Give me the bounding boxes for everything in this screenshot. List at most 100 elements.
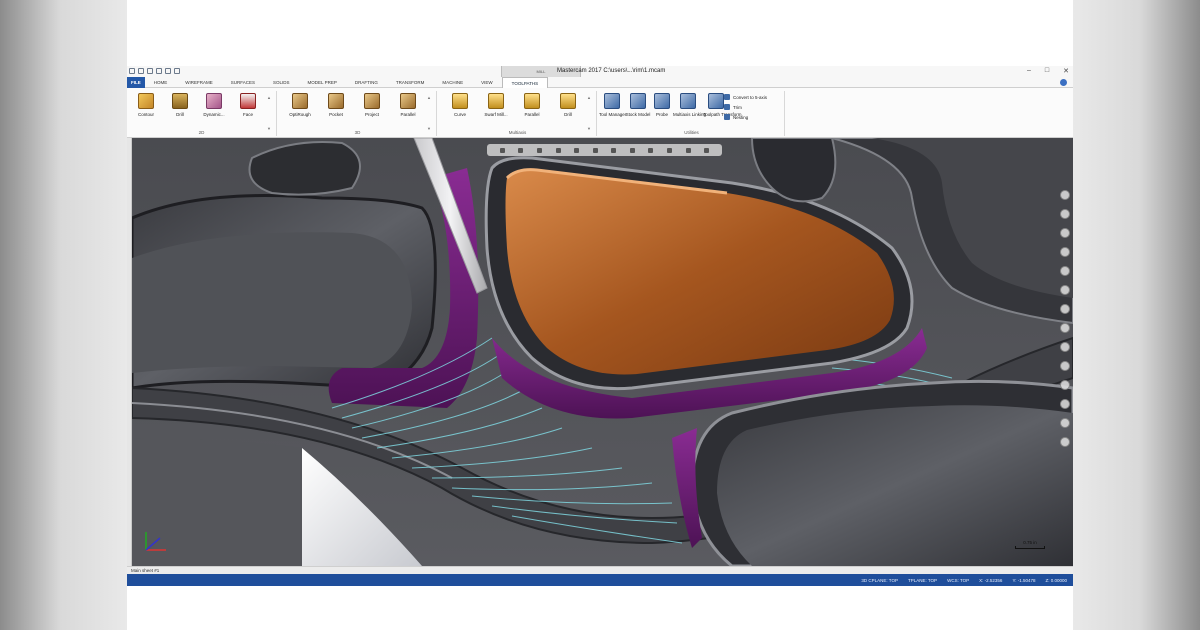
stock-model-icon (630, 93, 646, 109)
stock-model-button[interactable]: Stock Model (625, 93, 651, 117)
dynamic-mill-icon (206, 93, 222, 109)
select-points-icon[interactable] (1060, 190, 1070, 200)
contour-button[interactable]: Contour (129, 93, 163, 117)
status-y: Y: -1.50478 (1012, 577, 1036, 583)
graphics-viewport[interactable]: 0.75 in (132, 138, 1073, 566)
project-button[interactable]: Project (355, 93, 389, 117)
rotate-icon[interactable] (536, 147, 542, 153)
open-file-icon[interactable] (138, 68, 144, 74)
select-polygon-icon[interactable] (1060, 266, 1070, 276)
parallel-multiaxis-label: Parallel (524, 112, 540, 117)
options-icon[interactable] (704, 147, 710, 153)
tool-manager-button[interactable]: Tool Manager (599, 93, 626, 117)
view-top-icon[interactable] (592, 147, 598, 153)
nesting-label: Nesting (733, 114, 749, 120)
gallery-scroll-multiaxis[interactable]: ▲ ▼ (587, 95, 593, 131)
dynamic-mill-button[interactable]: Dynamic... (197, 93, 231, 117)
unhide-icon[interactable] (1060, 437, 1070, 447)
tab-solids[interactable]: SOLIDS (264, 77, 299, 88)
tab-transform[interactable]: TRANSFORM (387, 77, 434, 88)
help-icon[interactable] (1060, 79, 1067, 86)
view-iso-icon[interactable] (611, 147, 617, 153)
drill-multiaxis-label: Drill (564, 112, 572, 117)
scale-indicator: 0.75 in (1015, 540, 1045, 554)
select-vector-icon[interactable] (1060, 285, 1070, 295)
pan-icon[interactable] (518, 147, 524, 153)
tab-drafting[interactable]: DRAFTING (346, 77, 387, 88)
scale-bar-line (1015, 546, 1045, 549)
minimize-icon[interactable]: – (1027, 67, 1031, 75)
fit-icon[interactable] (574, 147, 580, 153)
unselect-icon[interactable] (1060, 399, 1070, 409)
undo-icon[interactable] (165, 68, 171, 74)
parallel-icon (400, 93, 416, 109)
levels-icon[interactable] (666, 147, 672, 153)
select-entity-icon[interactable] (1060, 209, 1070, 219)
parallel-multiaxis-icon (524, 93, 540, 109)
contour-label: Contour (137, 112, 154, 117)
status-tplane[interactable]: TPLANE: TOP (908, 578, 937, 583)
select-all-icon[interactable] (1060, 323, 1070, 333)
status-wcs[interactable]: WCS: TOP (947, 578, 969, 583)
select-icon[interactable] (499, 147, 505, 153)
pocket-button[interactable]: Pocket (319, 93, 353, 117)
shade-icon[interactable] (629, 147, 635, 153)
tab-machine[interactable]: MACHINE (433, 77, 472, 88)
save-icon[interactable] (147, 68, 153, 74)
close-icon[interactable]: ✕ (1063, 67, 1069, 75)
zoom-icon[interactable] (555, 147, 561, 153)
select-chain-icon[interactable] (1060, 228, 1070, 238)
invert-selection-icon[interactable] (1060, 380, 1070, 390)
curve-button[interactable]: Curve (443, 93, 477, 117)
multiaxis-linking-button[interactable]: Multiaxis Linking (673, 93, 706, 117)
ribbon-group-2d: Contour Drill Dynamic... Face ▲ ▼ 2D (127, 91, 277, 136)
tab-view[interactable]: VIEW (472, 77, 502, 88)
group-label-utilities: Utilities (684, 130, 699, 135)
multiaxis-linking-icon (680, 93, 696, 109)
convert-to-5axis-button[interactable]: Convert to 5-axis (724, 92, 767, 102)
wireframe-icon[interactable] (648, 147, 654, 153)
tab-file[interactable]: FILE (127, 76, 145, 88)
nesting-button[interactable]: Nesting (724, 112, 767, 122)
parallel-button[interactable]: Parallel (391, 93, 425, 117)
drill-button[interactable]: Drill (163, 93, 197, 117)
nesting-icon (724, 114, 730, 120)
gallery-scroll-2d[interactable]: ▲ ▼ (267, 95, 273, 131)
maximize-icon[interactable]: □ (1045, 67, 1049, 75)
ribbon-group-multiaxis: Curve Swarf Mill... Parallel Drill ▲ ▼ Mu… (439, 91, 597, 136)
print-icon[interactable] (156, 68, 162, 74)
face-button[interactable]: Face (231, 93, 265, 117)
optirough-label: OptiRough (289, 112, 311, 117)
select-only-icon[interactable] (1060, 342, 1070, 352)
gallery-scroll-3d[interactable]: ▲ ▼ (427, 95, 433, 131)
probe-label: Probe (655, 112, 668, 117)
clear-selection-icon[interactable] (1060, 361, 1070, 371)
select-window-icon[interactable] (1060, 247, 1070, 257)
drill-multiaxis-button[interactable]: Drill (551, 93, 585, 117)
optirough-button[interactable]: OptiRough (283, 93, 317, 117)
new-file-icon[interactable] (129, 68, 135, 74)
utilities-side-buttons: Convert to 5-axis Trim Nesting (724, 92, 767, 122)
trim-button[interactable]: Trim (724, 102, 767, 112)
axis-triad (145, 532, 166, 551)
tab-toolpaths[interactable]: TOOLPATHS (501, 76, 549, 88)
title-bar: MILL Mastercam 2017 C:\users\...\rim\1.m… (127, 66, 1073, 77)
hide-icon[interactable] (1060, 418, 1070, 428)
parallel-multiaxis-button[interactable]: Parallel (515, 93, 549, 117)
face-icon (240, 93, 256, 109)
redo-icon[interactable] (174, 68, 180, 74)
sheet-tab[interactable]: Main sheet #1 (127, 566, 1073, 574)
tab-model-prep[interactable]: MODEL PREP (299, 77, 346, 88)
quick-access-toolbar (129, 68, 180, 74)
probe-button[interactable]: Probe (651, 93, 673, 117)
select-area-icon[interactable] (1060, 304, 1070, 314)
tab-surfaces[interactable]: SURFACES (222, 77, 264, 88)
pocket-icon (328, 93, 344, 109)
status-3d-cplane[interactable]: 3D CPLANE: TOP (861, 578, 898, 583)
tab-home[interactable]: HOME (145, 77, 177, 88)
ribbon-tabs: FILE HOME WIREFRAME SURFACES SOLIDS MODE… (127, 76, 1073, 88)
tab-wireframe[interactable]: WIREFRAME (176, 77, 222, 88)
analyze-icon[interactable] (685, 147, 691, 153)
ribbon-group-3d: OptiRough Pocket Project Parallel ▲ ▼ 3D (279, 91, 437, 136)
swarf-mill-button[interactable]: Swarf Mill... (479, 93, 513, 117)
